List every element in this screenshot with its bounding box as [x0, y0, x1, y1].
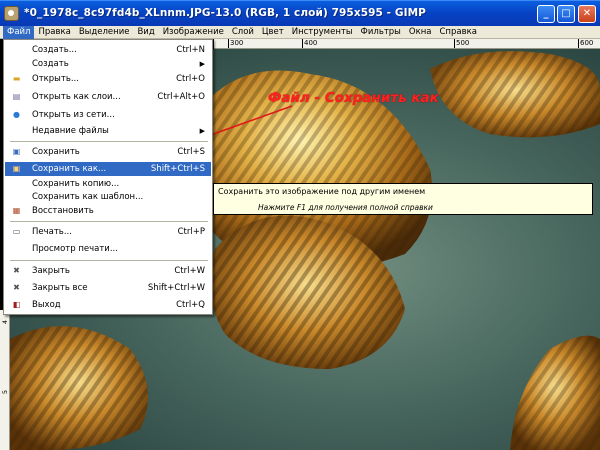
menu-view[interactable]: Вид	[133, 26, 158, 39]
menu-item-shortcut: Ctrl+S	[177, 147, 205, 157]
tooltip-text: Сохранить это изображение под другим име…	[218, 187, 426, 196]
globe-icon: ●	[13, 110, 20, 119]
menu-item-label: Открыть из сети...	[32, 110, 115, 120]
close-window-button[interactable]: ✕	[578, 5, 596, 23]
ruler-tick: 600	[578, 39, 594, 48]
submenu-arrow-icon: ▶	[199, 127, 205, 135]
menu-item-print-preview[interactable]: Просмотр печати...	[5, 242, 211, 256]
menu-item-shortcut: Ctrl+Alt+O	[157, 92, 205, 102]
menu-windows[interactable]: Окна	[405, 26, 436, 39]
menu-file[interactable]: Файл	[3, 25, 35, 39]
ruler-tick: 5	[1, 390, 9, 395]
menu-separator	[10, 141, 208, 142]
annotation-text: Файл - Сохранить как	[268, 90, 439, 106]
vertical-ruler[interactable]: 4 5	[0, 310, 10, 450]
gimp-app-icon[interactable]	[4, 6, 19, 21]
menu-item-shortcut: Ctrl+O	[176, 74, 205, 84]
menu-item-recent[interactable]: Недавние файлы ▶	[5, 124, 211, 138]
window-title: *0_1978c_8c97fd4b_XLnnm.JPG-13.0 (RGB, 1…	[24, 7, 426, 19]
close-icon: ✖	[13, 266, 20, 275]
menu-item-create[interactable]: Создать ▶	[5, 57, 211, 71]
menu-item-new[interactable]: Создать... Ctrl+N	[5, 43, 211, 57]
menu-item-shortcut: Ctrl+W	[174, 266, 205, 276]
horizontal-ruler[interactable]: 300 400 500 600	[214, 39, 600, 49]
menu-item-shortcut: Ctrl+Q	[176, 300, 205, 310]
menu-item-save-copy[interactable]: Сохранить копию...	[5, 177, 211, 191]
menu-tools[interactable]: Инструменты	[288, 26, 357, 39]
tooltip-help-hint: Нажмите F1 для получения полной справки	[258, 203, 433, 212]
menu-item-save[interactable]: ▣ Сохранить Ctrl+S	[5, 145, 211, 159]
open-folder-icon: ▬	[12, 74, 21, 83]
menu-item-open-as-layers[interactable]: ▤ Открыть как слои... Ctrl+Alt+O	[5, 90, 211, 104]
menu-item-shortcut: Shift+Ctrl+S	[150, 164, 205, 174]
menu-item-label: Сохранить	[32, 147, 80, 157]
menu-item-revert[interactable]: ▦ Восстановить	[5, 204, 211, 218]
menu-item-label: Открыть как слои...	[32, 92, 121, 102]
new-icon	[11, 45, 22, 55]
menu-item-open-location[interactable]: ● Открыть из сети...	[5, 108, 211, 122]
menu-item-label: Создать	[32, 59, 69, 69]
menu-item-label: Недавние файлы	[32, 126, 109, 136]
submenu-arrow-icon: ▶	[199, 60, 205, 68]
menu-item-label: Печать...	[32, 227, 72, 237]
close-all-icon: ✖	[13, 283, 20, 292]
maximize-button[interactable]: □	[557, 5, 575, 23]
menu-item-label: Сохранить как шаблон...	[32, 192, 144, 202]
menu-item-label: Выход	[32, 300, 61, 310]
menu-item-close-all[interactable]: ✖ Закрыть все Shift+Ctrl+W	[5, 281, 211, 295]
menu-item-label: Восстановить	[32, 206, 94, 216]
menu-item-label: Создать...	[32, 45, 77, 55]
ruler-tick: 4	[1, 320, 9, 325]
menu-item-save-template[interactable]: Сохранить как шаблон...	[5, 190, 211, 204]
menu-item-label: Сохранить копию...	[32, 179, 120, 189]
menu-image[interactable]: Изображение	[159, 26, 228, 39]
menu-item-label: Сохранить как...	[32, 164, 107, 174]
menu-item-print[interactable]: ▭ Печать... Ctrl+P	[5, 225, 211, 239]
save-as-icon: ▣	[12, 164, 21, 173]
menu-select[interactable]: Выделение	[75, 26, 134, 39]
menu-item-shortcut: Ctrl+P	[177, 227, 205, 237]
menu-bar: Файл Правка Выделение Вид Изображение Сл…	[0, 25, 600, 39]
file-menu-dropdown: Создать... Ctrl+N Создать ▶ ▬ Открыть...…	[3, 39, 213, 315]
menu-filters[interactable]: Фильтры	[357, 26, 405, 39]
menu-item-shortcut: Ctrl+N	[176, 45, 205, 55]
save-as-tooltip: Сохранить это изображение под другим име…	[213, 183, 593, 215]
ruler-tick: 300	[228, 39, 244, 48]
menu-separator	[10, 221, 208, 222]
ruler-tick: 500	[454, 39, 470, 48]
ruler-tick: 400	[302, 39, 318, 48]
menu-item-close[interactable]: ✖ Закрыть Ctrl+W	[5, 264, 211, 278]
menu-item-label: Закрыть	[32, 266, 70, 276]
menu-item-open[interactable]: ▬ Открыть... Ctrl+O	[5, 72, 211, 86]
menu-item-label: Просмотр печати...	[32, 244, 118, 254]
menu-separator	[10, 260, 208, 261]
menu-item-label: Закрыть все	[32, 283, 88, 293]
open-layers-icon: ▤	[12, 92, 21, 101]
menu-item-shortcut: Shift+Ctrl+W	[147, 283, 205, 293]
save-icon: ▣	[12, 147, 21, 156]
menu-edit[interactable]: Правка	[34, 26, 74, 39]
quit-icon: ◧	[12, 300, 21, 309]
menu-item-quit[interactable]: ◧ Выход Ctrl+Q	[5, 298, 211, 312]
menu-item-save-as[interactable]: ▣ Сохранить как... Shift+Ctrl+S	[5, 162, 211, 176]
window-title-bar[interactable]: *0_1978c_8c97fd4b_XLnnm.JPG-13.0 (RGB, 1…	[0, 0, 600, 26]
menu-help[interactable]: Справка	[435, 26, 480, 39]
menu-item-label: Открыть...	[32, 74, 79, 84]
minimize-button[interactable]: _	[537, 5, 555, 23]
revert-icon: ▦	[12, 206, 21, 215]
menu-layer[interactable]: Слой	[228, 26, 258, 39]
print-icon: ▭	[12, 227, 21, 236]
menu-colors[interactable]: Цвет	[258, 26, 288, 39]
